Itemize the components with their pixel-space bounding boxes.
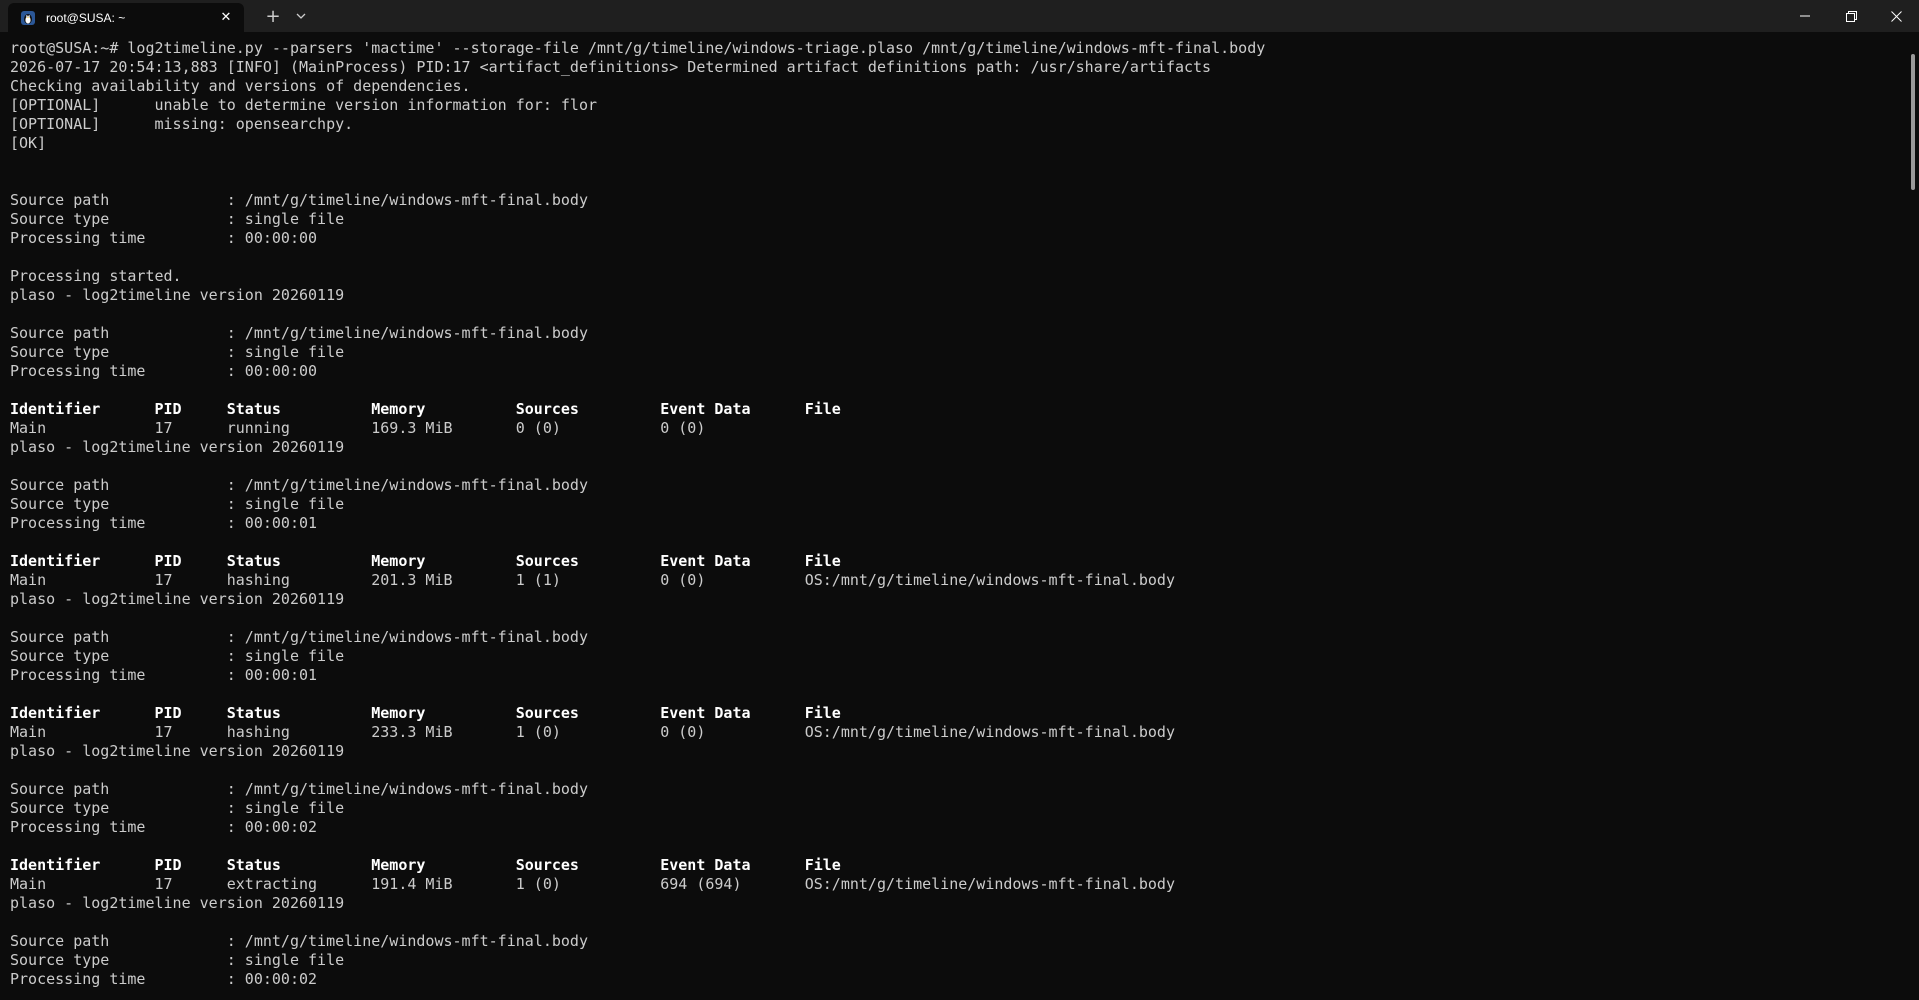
status-table-header: Identifier PID Status Memory Sources Eve… [10,704,841,722]
terminal-line: Source path : /mnt/g/timeline/windows-mf… [10,191,588,209]
terminal-line: Source type : single file [10,495,345,513]
terminal-line: Source path : /mnt/g/timeline/windows-mf… [10,324,588,342]
terminal-line: Processing time : 00:00:01 [10,514,318,532]
terminal-line: [OPTIONAL] missing: opensearchpy. [10,115,354,133]
tab-title: root@SUSA: ~ [46,10,126,25]
terminal-line: plaso - log2timeline version 20260119 [10,590,345,608]
terminal-line: Main 17 running 169.3 MiB 0 (0) 0 (0) [10,419,706,437]
tab-root-susa[interactable]: root@SUSA: ~ ✕ [8,3,244,32]
scrollbar-thumb[interactable] [1911,54,1915,190]
terminal-line: plaso - log2timeline version 20260119 [10,894,345,912]
status-table-header: Identifier PID Status Memory Sources Eve… [10,400,841,418]
terminal-line: Source path : /mnt/g/timeline/windows-mf… [10,628,588,646]
terminal-line: Processing time : 00:00:01 [10,666,318,684]
title-bar: root@SUSA: ~ ✕ + [0,0,1919,32]
terminal-line: [OPTIONAL] unable to determine version i… [10,96,597,114]
terminal-line: Source type : single file [10,343,345,361]
maximize-icon[interactable] [1828,0,1874,32]
terminal-line: Processing time : 00:00:00 [10,362,318,380]
terminal-line: Source path : /mnt/g/timeline/windows-mf… [10,932,588,950]
terminal-line: Processing time : 00:00:02 [10,818,318,836]
terminal-line: Source type : single file [10,210,345,228]
terminal-line: plaso - log2timeline version 20260119 [10,286,345,304]
terminal-line: Source type : single file [10,799,345,817]
terminal-line: Main 17 hashing 233.3 MiB 1 (0) 0 (0) OS… [10,723,1175,741]
new-tab-button[interactable]: + [260,4,286,28]
terminal-line: Processing time : 00:00:02 [10,970,318,988]
terminal-line: Main 17 hashing 201.3 MiB 1 (1) 0 (0) OS… [10,571,1175,589]
linux-penguin-icon [21,10,35,25]
terminal-line: Source path : /mnt/g/timeline/windows-mf… [10,476,588,494]
terminal-line: Checking availability and versions of de… [10,77,471,95]
tab-close-icon[interactable]: ✕ [216,8,236,28]
terminal-line: plaso - log2timeline version 20260119 [10,438,345,456]
terminal-line: 2026-07-17 20:54:13,883 [INFO] (MainProc… [10,58,1212,76]
terminal-output[interactable]: root@SUSA:~# log2timeline.py --parsers '… [10,39,1899,994]
status-table-header: Identifier PID Status Memory Sources Eve… [10,552,841,570]
terminal-line: Source type : single file [10,951,345,969]
terminal-line: root@SUSA:~# log2timeline.py --parsers '… [10,39,1266,57]
tab-dropdown-chevron-icon[interactable] [289,4,313,28]
status-table-header: Identifier PID Status Memory Sources Eve… [10,856,841,874]
terminal-line: Processing time : 00:00:00 [10,229,318,247]
terminal-line: Source type : single file [10,647,345,665]
close-icon[interactable] [1873,0,1919,32]
terminal-line: [OK] [10,134,47,152]
terminal-line: Source path : /mnt/g/timeline/windows-mf… [10,780,588,798]
minimize-icon[interactable] [1782,0,1828,32]
terminal-line: Main 17 extracting 191.4 MiB 1 (0) 694 (… [10,875,1175,893]
terminal-line: plaso - log2timeline version 20260119 [10,742,345,760]
terminal-line: Processing started. [10,267,182,285]
